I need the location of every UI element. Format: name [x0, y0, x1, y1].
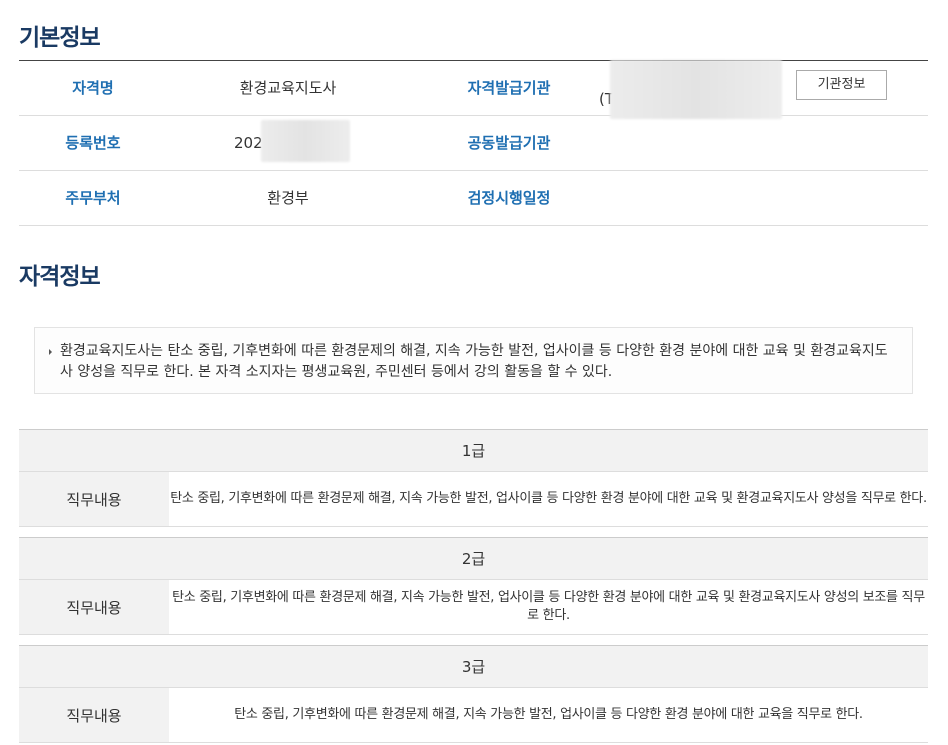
redacted-registration-number: [261, 120, 350, 162]
grade-header: 2급: [19, 537, 928, 580]
label-exam-schedule: 검정시행일정: [467, 189, 551, 207]
grade-block-1: 1급 직무내용 탄소 중립, 기후변화에 따른 환경문제 해결, 지속 가능한 …: [19, 429, 928, 527]
label-issuing-agency: 자격발급기관: [467, 79, 551, 97]
grade-header: 3급: [19, 645, 928, 688]
qualification-description-box: 환경교육지도사는 탄소 중립, 기후변화에 따른 환경문제의 해결, 지속 가능…: [34, 327, 913, 394]
label-registration-number: 등록번호: [65, 134, 121, 152]
value-registration-number: 202: [234, 134, 263, 152]
grade-body: 직무내용 탄소 중립, 기후변화에 따른 환경문제 해결, 지속 가능한 발전,…: [19, 472, 928, 527]
qualification-description: 환경교육지도사는 탄소 중립, 기후변화에 따른 환경문제의 해결, 지속 가능…: [60, 343, 888, 380]
grade-block-3: 3급 직무내용 탄소 중립, 기후변화에 따른 환경문제 해결, 지속 가능한 …: [19, 645, 928, 743]
grade-duty-label: 직무내용: [19, 580, 169, 634]
redacted-issuing-agency: [610, 60, 782, 119]
info-row-ministry: 주무부처 환경부 검정시행일정: [19, 171, 928, 226]
grade-duty-label: 직무내용: [19, 688, 169, 742]
grade-header: 1급: [19, 429, 928, 472]
grade-duty-text: 탄소 중립, 기후변화에 따른 환경문제 해결, 지속 가능한 발전, 업사이클…: [172, 590, 925, 623]
label-ministry: 주무부처: [65, 189, 121, 207]
section-title-qualification-info: 자격정보: [19, 264, 101, 290]
section-title-basic-info: 기본정보: [19, 25, 101, 51]
label-qualification-name: 자격명: [72, 79, 114, 97]
grade-body: 직무내용 탄소 중립, 기후변화에 따른 환경문제 해결, 지속 가능한 발전,…: [19, 580, 928, 635]
label-co-issuing-agency: 공동발급기관: [467, 134, 551, 152]
bullet-icon: [49, 349, 52, 355]
info-row-qualification-name: 자격명 환경교육지도사 자격발급기관 (T 기관정보: [19, 60, 928, 119]
value-qualification-name: 환경교육지도사: [239, 79, 337, 97]
grade-duty-label: 직무내용: [19, 472, 169, 526]
value-ministry: 환경부: [267, 189, 309, 207]
grade-body: 직무내용 탄소 중립, 기후변화에 따른 환경문제 해결, 지속 가능한 발전,…: [19, 688, 928, 743]
basic-info-table: 자격명 환경교육지도사 자격발급기관 (T 기관정보 등록번호 202 공동발급…: [19, 60, 928, 226]
grade-duty-text: 탄소 중립, 기후변화에 따른 환경문제 해결, 지속 가능한 발전, 업사이클…: [234, 707, 863, 722]
grade-duty-text: 탄소 중립, 기후변화에 따른 환경문제 해결, 지속 가능한 발전, 업사이클…: [170, 491, 927, 506]
grade-block-2: 2급 직무내용 탄소 중립, 기후변화에 따른 환경문제 해결, 지속 가능한 …: [19, 537, 928, 635]
org-info-button[interactable]: 기관정보: [796, 70, 887, 100]
info-row-registration-number: 등록번호 202 공동발급기관: [19, 116, 928, 171]
